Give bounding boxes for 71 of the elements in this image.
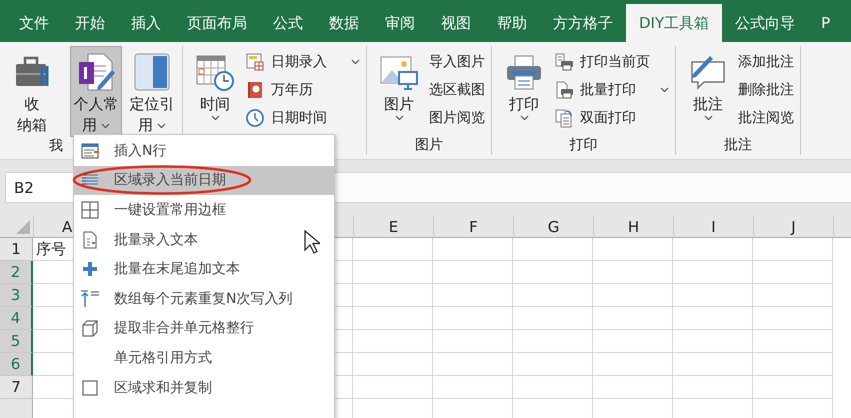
- cube-icon: [80, 318, 100, 338]
- ribbon-tab[interactable]: 开始: [62, 4, 118, 42]
- group-label: 我: [49, 137, 63, 155]
- ribbon-button[interactable]: 批量打印: [554, 76, 669, 104]
- ribbon-tab[interactable]: 数据: [316, 4, 372, 42]
- document-printer-icon: [554, 80, 574, 100]
- ribbon-button[interactable]: 万年历: [245, 76, 360, 104]
- ribbon-button[interactable]: 导入图片: [429, 48, 485, 76]
- ribbon-button[interactable]: 图片: [373, 46, 425, 134]
- group-label: 打印: [570, 136, 598, 154]
- row-header[interactable]: [0, 399, 33, 418]
- row-header[interactable]: 1: [0, 238, 33, 261]
- column-header[interactable]: I: [674, 216, 754, 237]
- ribbon-tab[interactable]: DIY工具箱: [626, 4, 722, 42]
- notebook-icon: [76, 52, 116, 92]
- ribbon-tab[interactable]: 方方格子: [540, 4, 626, 42]
- ribbon-button[interactable]: 图片阅览: [429, 104, 485, 132]
- column-header[interactable]: J: [754, 216, 834, 237]
- row-header[interactable]: 6: [0, 353, 33, 376]
- ribbon-button[interactable]: 删除批注: [738, 76, 794, 104]
- grid-icon: [80, 200, 100, 220]
- row-header[interactable]: 4: [0, 307, 33, 330]
- ribbon-tab[interactable]: 公式向导: [722, 4, 808, 42]
- duplex-pages-icon: [554, 108, 574, 128]
- column-header[interactable]: F: [434, 216, 514, 237]
- ribbon-button[interactable]: 日期时间: [245, 104, 360, 132]
- select-all-icon[interactable]: [16, 220, 30, 234]
- column-header[interactable]: G: [514, 216, 594, 237]
- ribbon-button[interactable]: 时间: [189, 46, 241, 134]
- ribbon-tab[interactable]: P: [808, 4, 844, 42]
- ribbon-tab[interactable]: 审阅: [372, 4, 428, 42]
- ribbon-button[interactable]: 日期录入: [245, 48, 360, 76]
- cursor-icon: [304, 230, 320, 254]
- ribbon-tab[interactable]: 插入: [118, 4, 174, 42]
- row-header[interactable]: 5: [0, 330, 33, 353]
- menu-item[interactable]: 插入N行: [74, 136, 334, 166]
- menu-item[interactable]: 一键设置常用边框: [74, 195, 334, 225]
- menu-item[interactable]: 单元格引用方式: [74, 343, 334, 373]
- checkbox-icon: [80, 378, 100, 398]
- split-panel-icon: [132, 52, 172, 92]
- calendar-book-icon: [245, 80, 265, 100]
- ribbon-button[interactable]: 添加批注: [738, 48, 794, 76]
- ribbon-button[interactable]: 批注阅览: [738, 104, 794, 132]
- ribbon-button[interactable]: 定位引 用: [126, 46, 178, 137]
- group-label: 批注: [724, 136, 752, 154]
- printer-page-icon: [554, 52, 574, 72]
- menu-item[interactable]: 区域求和并复制: [74, 372, 334, 402]
- ribbon-button[interactable]: 选区截图: [429, 76, 485, 104]
- group-label: 图片: [415, 136, 443, 154]
- insert-rows-icon: [80, 140, 100, 161]
- ribbon-button[interactable]: 个人常 用: [70, 46, 122, 137]
- row-header[interactable]: 2: [0, 261, 33, 284]
- ribbon-tab[interactable]: 公式: [260, 4, 316, 42]
- ribbon-tab[interactable]: 视图: [428, 4, 484, 42]
- menu-item[interactable]: 提取非合并单元格整行: [74, 314, 334, 344]
- ribbon-tab[interactable]: 文件: [6, 4, 62, 42]
- ribbon-tab[interactable]: 页面布局: [174, 4, 260, 42]
- clock-icon: [245, 108, 265, 128]
- arrow-lines-icon: [80, 288, 100, 309]
- ribbon-button[interactable]: 双面打印: [554, 104, 669, 132]
- column-header[interactable]: H: [594, 216, 674, 237]
- ribbon-button[interactable]: 收 纳箱: [6, 46, 58, 137]
- ribbon-button[interactable]: 打印: [498, 46, 550, 134]
- column-header[interactable]: E: [354, 216, 434, 237]
- calendar-icon: [245, 52, 265, 72]
- ribbon-button[interactable]: 打印当前页: [554, 48, 669, 76]
- menu-item[interactable]: 数组每个元素重复N次写入列: [74, 284, 334, 314]
- ribbon-button[interactable]: 批注: [682, 46, 734, 134]
- row-header[interactable]: 3: [0, 284, 33, 307]
- ribbon-tab[interactable]: 帮助: [484, 4, 540, 42]
- row-header[interactable]: 7: [0, 376, 33, 399]
